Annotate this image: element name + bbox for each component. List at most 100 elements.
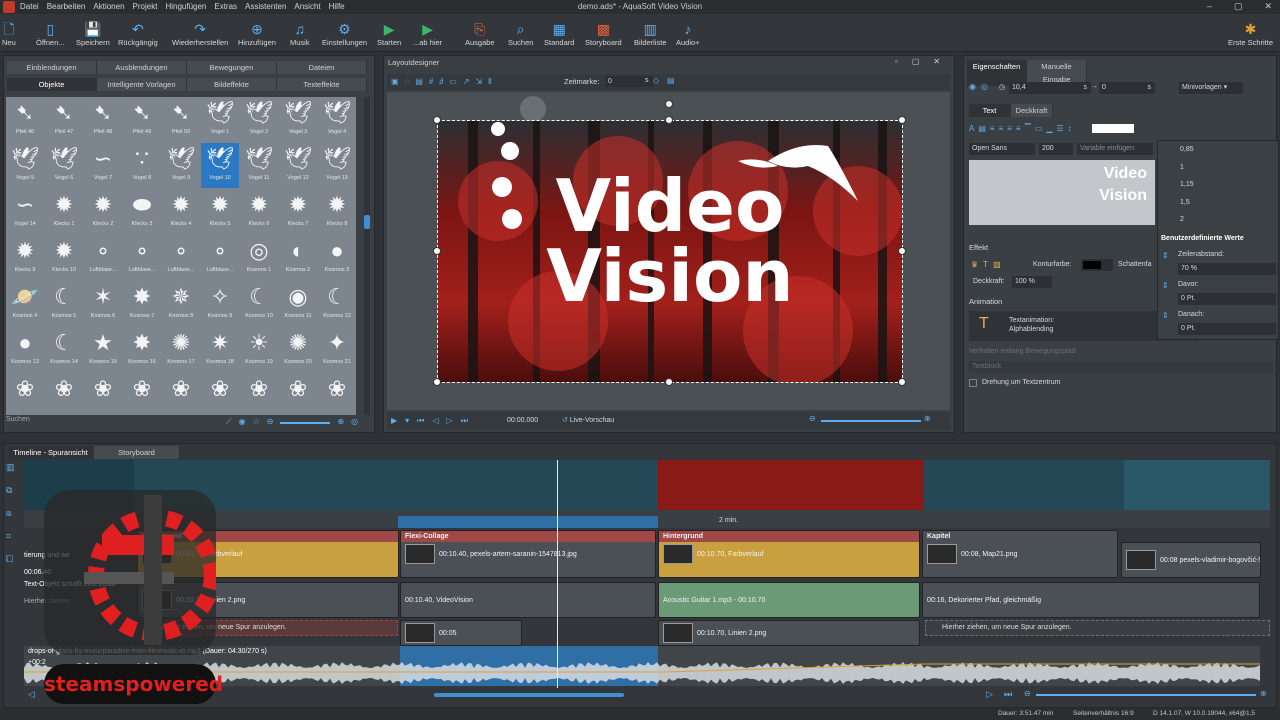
- tab-timeline-spuransicht[interactable]: Timeline - Spuransicht: [8, 446, 94, 459]
- resize-handle[interactable]: [898, 247, 906, 255]
- timeline-zoom-in-icon[interactable]: ⊕: [1260, 689, 1267, 698]
- move-icon[interactable]: ⇲: [476, 77, 483, 87]
- valign-bottom-icon[interactable]: ▁: [1046, 124, 1052, 138]
- maximize-panel-icon[interactable]: ▢: [912, 57, 920, 66]
- step-back-icon[interactable]: ◁: [432, 416, 438, 426]
- object-item[interactable]: 🕊 Vogel 5: [6, 143, 44, 188]
- object-item[interactable]: ✺ Kosmos 17: [162, 327, 200, 372]
- text-preview-box[interactable]: Video Vision: [969, 160, 1155, 225]
- object-item[interactable]: ☾ Kosmos 5: [45, 281, 83, 326]
- object-item[interactable]: ∵ Vogel 8: [123, 143, 161, 188]
- visibility-icon[interactable]: ◉: [969, 82, 976, 91]
- grid-icon[interactable]: #: [429, 77, 433, 87]
- resize-handle[interactable]: [433, 247, 441, 255]
- tab-bildeffekte[interactable]: Bildeffekte: [187, 78, 277, 91]
- toolbar-output-button[interactable]: ⎘ Ausgabe: [465, 20, 495, 47]
- danach-input[interactable]: 0 Pt.: [1178, 323, 1276, 335]
- line-height-option[interactable]: 1,15: [1180, 181, 1194, 188]
- object-item[interactable]: ❀: [279, 373, 317, 415]
- object-item[interactable]: ✸ Kosmos 16: [123, 327, 161, 372]
- y-input[interactable]: 0s: [1099, 82, 1155, 94]
- object-item[interactable]: ⬬ Klecks 3: [123, 189, 161, 234]
- object-item[interactable]: ➷ Pfeil 48: [84, 97, 122, 142]
- object-item[interactable]: ☀ Kosmos 19: [240, 327, 278, 372]
- deckkraft-input[interactable]: 100 %: [1012, 276, 1052, 288]
- variable-dropdown[interactable]: Variable einfügen: [1077, 143, 1153, 155]
- object-item[interactable]: ➷ Pfeil 46: [6, 97, 44, 142]
- live-preview-toggle[interactable]: ↺ Live-Vorschau: [562, 416, 614, 424]
- valign-mid-icon[interactable]: ▭: [1035, 124, 1043, 138]
- timeline-clip[interactable]: Flexi-Collage 00:10.40, pexels-artem-sara…: [400, 530, 656, 578]
- text-effect-icon[interactable]: T: [983, 260, 988, 269]
- justify-icon[interactable]: ≡: [1016, 124, 1021, 138]
- object-item[interactable]: ❀: [6, 373, 44, 415]
- object-item[interactable]: ❀: [318, 373, 356, 415]
- toolbar-search-button[interactable]: ⌕ Suchen: [508, 20, 533, 47]
- object-item[interactable]: ✹ Klecks 5: [201, 189, 239, 234]
- object-item[interactable]: ☾ Kosmos 14: [45, 327, 83, 372]
- object-item[interactable]: ❀: [240, 373, 278, 415]
- object-item[interactable]: 🕊 Vogel 3: [279, 97, 317, 142]
- timeline-clip[interactable]: 00:05: [400, 620, 522, 646]
- toolbar-storyboard-button[interactable]: ▩ Storyboard: [585, 20, 622, 47]
- select-icon[interactable]: ▣: [391, 77, 399, 87]
- list-icon[interactable]: ☰: [1056, 124, 1063, 138]
- resize-handle[interactable]: [665, 100, 673, 108]
- tab-intelligente-vorlagen[interactable]: Intelligente Vorlagen: [97, 78, 187, 91]
- drop-zone-2[interactable]: Hierher ziehen, um neue Spur anzulegen.: [925, 620, 1270, 636]
- close-icon[interactable]: ✕: [1264, 1, 1272, 12]
- image-effect-icon[interactable]: ▨: [993, 260, 1001, 269]
- object-item[interactable]: ✷ Kosmos 18: [201, 327, 239, 372]
- object-item[interactable]: ∘ Luftblase...: [201, 235, 239, 280]
- object-item[interactable]: 🪐 Kosmos 4: [6, 281, 44, 326]
- tab-text[interactable]: Text: [969, 104, 1011, 117]
- wand-icon[interactable]: ⟋: [226, 417, 232, 427]
- selection-frame[interactable]: [437, 120, 903, 383]
- object-item[interactable]: ∘ Luftblase...: [84, 235, 122, 280]
- bold-icon[interactable]: ▤: [978, 124, 986, 138]
- object-item[interactable]: ➷ Pfeil 50: [162, 97, 200, 142]
- resize-handle[interactable]: [433, 116, 441, 124]
- maximize-icon[interactable]: ▢: [1234, 1, 1243, 12]
- resize-handle[interactable]: [433, 378, 441, 386]
- object-item[interactable]: ❀: [84, 373, 122, 415]
- line-height-option[interactable]: 2: [1180, 216, 1184, 223]
- tab-einblendungen[interactable]: Einblendungen: [7, 61, 97, 74]
- tab-texteffekte[interactable]: Texteffekte: [277, 78, 367, 91]
- object-item[interactable]: 🕊 Vogel 11: [240, 143, 278, 188]
- library-scrollbar[interactable]: [364, 97, 370, 415]
- object-item[interactable]: ★ Kosmos 15: [84, 327, 122, 372]
- toolbar-image-list-button[interactable]: ▥ Bilderliste: [634, 20, 667, 47]
- font-dropdown[interactable]: Open Sans: [969, 143, 1035, 155]
- toolbar-undo-button[interactable]: ↶ Rückgängig: [118, 20, 158, 47]
- textblock-dropdown[interactable]: Textblock: [969, 361, 1273, 373]
- valign-top-icon[interactable]: ▔: [1025, 124, 1031, 138]
- camera-icon[interactable]: ◇: [653, 76, 659, 85]
- zoom-in-icon[interactable]: ⊕: [337, 417, 344, 427]
- object-item[interactable]: 🕊 Vogel 2: [240, 97, 278, 142]
- object-item[interactable]: 🕊 Vogel 4: [318, 97, 356, 142]
- object-item[interactable]: 🕊 Vogel 6: [45, 143, 83, 188]
- scroll-right-icon[interactable]: ▷: [986, 689, 993, 700]
- object-item[interactable]: ❀: [162, 373, 200, 415]
- toolbar-play-button[interactable]: ▶ Starten: [377, 20, 401, 47]
- object-item[interactable]: ∽ Vogel 14: [6, 189, 44, 234]
- object-item[interactable]: ◎ Kosmos 1: [240, 235, 278, 280]
- resize-handle[interactable]: [665, 378, 673, 386]
- object-item[interactable]: ✹ Klecks 8: [318, 189, 356, 234]
- resize-handle[interactable]: [898, 116, 906, 124]
- toolbar-standard-view-button[interactable]: ▦ Standard: [544, 20, 574, 47]
- object-item[interactable]: ∽ Vogel 7: [84, 143, 122, 188]
- object-item[interactable]: ✹ Klecks 7: [279, 189, 317, 234]
- minimize-icon[interactable]: –: [1207, 1, 1212, 12]
- object-item[interactable]: ✶ Kosmos 6: [84, 281, 122, 326]
- zoom-slider[interactable]: [280, 422, 331, 424]
- float-icon[interactable]: ▫: [895, 57, 898, 66]
- eye-icon[interactable]: ◎: [981, 82, 988, 91]
- play-options-icon[interactable]: ▾: [405, 416, 409, 426]
- tool-select-icon[interactable]: ⌗: [6, 531, 15, 542]
- next-icon[interactable]: ⏭: [461, 416, 468, 426]
- align-right-icon[interactable]: ≡: [1007, 124, 1012, 138]
- scroll-end-icon[interactable]: ⏭: [1004, 689, 1012, 700]
- star-icon[interactable]: ☆: [253, 417, 260, 427]
